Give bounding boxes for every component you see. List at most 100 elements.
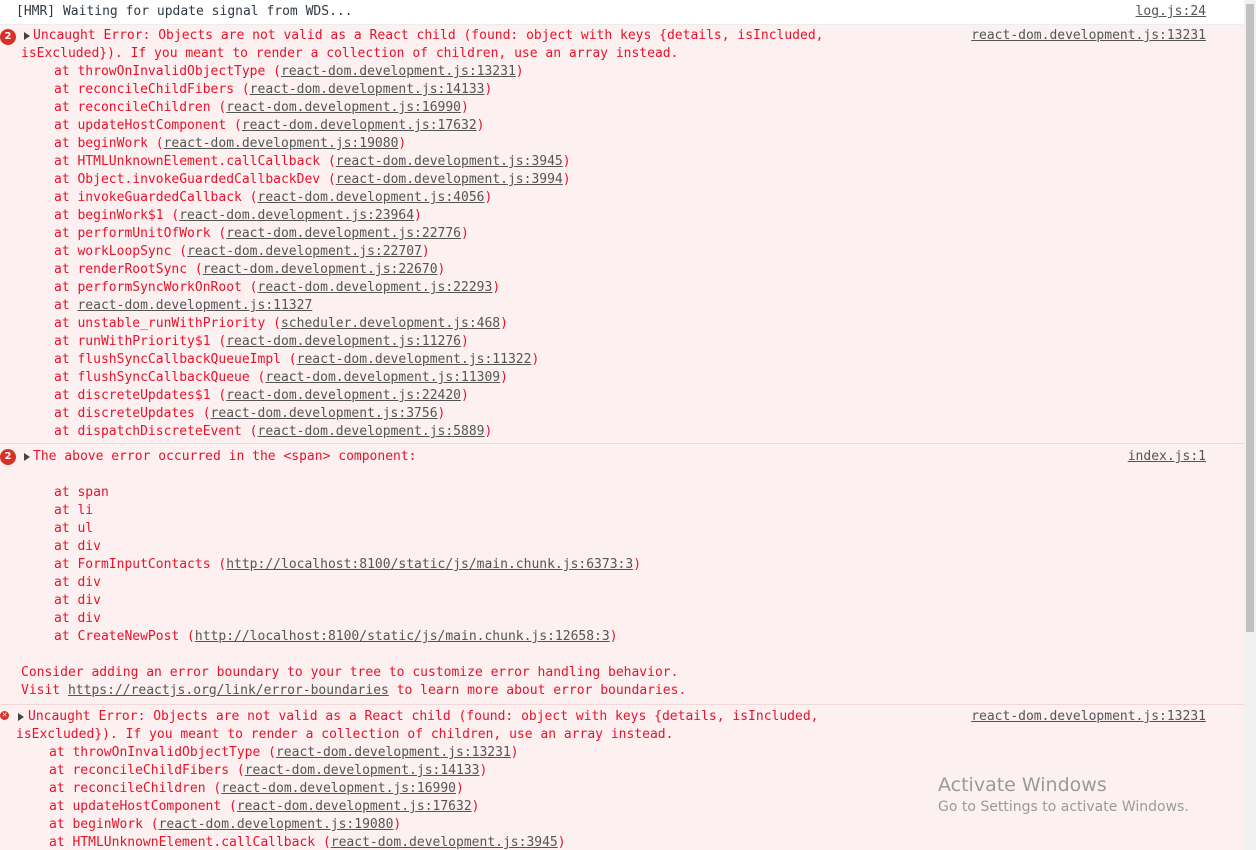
frame-at: at [54, 424, 78, 439]
console-log-message: [HMR] Waiting for update signal from WDS… [0, 0, 1244, 25]
frame-source-link[interactable]: react-dom.development.js:4056 [258, 190, 485, 205]
frame-at: at [49, 763, 73, 778]
frame-paren: ( [265, 316, 281, 331]
frame-source-link[interactable]: react-dom.development.js:3945 [331, 835, 558, 850]
frame-function: FormInputContacts [77, 557, 211, 572]
frame-paren: ) [461, 226, 469, 241]
error-message-line1: The above error occurred in the <span> c… [33, 449, 417, 464]
frame-source-link[interactable]: react-dom.development.js:5889 [258, 424, 485, 439]
expand-triangle-icon[interactable] [24, 453, 30, 461]
frame-source-link[interactable]: react-dom.development.js:23964 [179, 208, 414, 223]
console-messages: [HMR] Waiting for update signal from WDS… [0, 0, 1244, 850]
error-source-link[interactable]: react-dom.development.js:13231 [971, 708, 1206, 726]
frame-function: updateHostComponent [77, 118, 227, 133]
frame-source-link[interactable]: react-dom.development.js:17632 [237, 799, 472, 814]
frame-paren: ( [171, 244, 188, 259]
frame-source-link[interactable]: react-dom.development.js:19080 [159, 817, 394, 832]
frame-source-link[interactable]: react-dom.development.js:16990 [226, 100, 461, 115]
frame-at: at [54, 280, 78, 295]
frame-source-link[interactable]: http://localhost:8100/static/js/main.chu… [226, 557, 633, 572]
frame-at: at [54, 226, 78, 241]
frame-source-link[interactable]: http://localhost:8100/static/js/main.chu… [195, 629, 610, 644]
frame-function: div [77, 611, 101, 626]
vertical-scrollbar[interactable] [1244, 0, 1256, 850]
frame-source-link[interactable]: react-dom.development.js:22293 [258, 280, 493, 295]
frame-source-link[interactable]: react-dom.development.js:11322 [297, 352, 532, 367]
frame-source-link[interactable]: react-dom.development.js:3945 [336, 154, 563, 169]
scrollbar-thumb[interactable] [1246, 4, 1254, 632]
stack-frame: at runWithPriority$1 (react-dom.developm… [54, 333, 469, 351]
frame-source-link[interactable]: react-dom.development.js:22420 [226, 388, 461, 403]
stack-frame: at workLoopSync (react-dom.development.j… [54, 243, 430, 261]
stack-frame: at dispatchDiscreteEvent (react-dom.deve… [54, 423, 492, 441]
frame-paren: ( [226, 118, 242, 133]
frame-paren: ( [205, 781, 222, 796]
console-error-message: 2 Uncaught Error: Objects are not valid … [0, 25, 1244, 444]
frame-at: at [54, 316, 78, 331]
frame-at: at [54, 82, 78, 97]
stack-frame: at throwOnInvalidObjectType (react-dom.d… [54, 63, 524, 81]
frame-source-link[interactable]: react-dom.development.js:14133 [245, 763, 480, 778]
watermark-title: Activate Windows [938, 774, 1107, 796]
stack-frame: at span [54, 484, 109, 502]
expand-triangle-icon[interactable] [18, 713, 24, 721]
error-x-icon: ✕ [0, 711, 9, 720]
frame-function: throwOnInvalidObjectType [72, 745, 261, 760]
frame-function: beginWork [77, 136, 148, 151]
frame-function: runWithPriority$1 [77, 334, 211, 349]
frame-function: invokeGuardedCallback [77, 190, 242, 205]
frame-function: li [77, 503, 94, 518]
frame-function: ul [77, 521, 94, 536]
frame-function: throwOnInvalidObjectType [77, 64, 266, 79]
frame-source-link[interactable]: react-dom.development.js:11327 [77, 298, 312, 313]
error-source-link[interactable]: index.js:1 [1128, 448, 1206, 466]
frame-paren: ) [393, 817, 402, 832]
expand-triangle-icon[interactable] [24, 32, 30, 40]
frame-function: span [77, 485, 109, 500]
stack-frame: at HTMLUnknownElement.callCallback (reac… [49, 834, 566, 850]
frame-source-link[interactable]: react-dom.development.js:17632 [242, 118, 477, 133]
log-source-link[interactable]: log.js:24 [1136, 3, 1206, 21]
error-message-line1: Uncaught Error: Objects are not valid as… [33, 28, 824, 43]
frame-at: at [54, 334, 78, 349]
stack-frame: at beginWork (react-dom.development.js:1… [49, 816, 401, 834]
frame-source-link[interactable]: react-dom.development.js:11276 [226, 334, 461, 349]
frame-source-link[interactable]: react-dom.development.js:13231 [276, 745, 511, 760]
frame-source-link[interactable]: react-dom.development.js:3994 [336, 172, 563, 187]
frame-function: reconcileChildFibers [72, 763, 230, 778]
stack-frame: at FormInputContacts (http://localhost:8… [54, 556, 641, 574]
frame-source-link[interactable]: react-dom.development.js:16990 [221, 781, 456, 796]
frame-function: flushSyncCallbackQueueImpl [77, 352, 281, 367]
error-boundaries-link[interactable]: https://reactjs.org/link/error-boundarie… [68, 683, 389, 698]
stack-frame: at renderRootSync (react-dom.development… [54, 261, 445, 279]
frame-source-link[interactable]: react-dom.development.js:22707 [187, 244, 422, 259]
frame-source-link[interactable]: react-dom.development.js:22776 [226, 226, 461, 241]
frame-paren: ( [187, 262, 203, 277]
frame-at: at [54, 118, 78, 133]
frame-paren: ) [461, 388, 469, 403]
stack-frame: at reconcileChildFibers (react-dom.devel… [49, 762, 487, 780]
error-message-line1: Uncaught Error: Objects are not valid as… [28, 709, 819, 724]
frame-function: dispatchDiscreteEvent [77, 424, 242, 439]
frame-paren: ) [531, 352, 540, 367]
frame-paren: ) [484, 82, 493, 97]
frame-paren: ) [461, 100, 469, 115]
stack-frame: at discreteUpdates (react-dom.developmen… [54, 405, 445, 423]
frame-function: renderRootSync [77, 262, 188, 277]
frame-source-link[interactable]: react-dom.development.js:14133 [250, 82, 485, 97]
stack-frame: at flushSyncCallbackQueue (react-dom.dev… [54, 369, 508, 387]
frame-source-link[interactable]: react-dom.development.js:22670 [203, 262, 438, 277]
frame-function: flushSyncCallbackQueue [77, 370, 250, 385]
frame-source-link[interactable]: react-dom.development.js:13231 [281, 64, 516, 79]
frame-paren: ( [179, 629, 195, 644]
frame-at: at [54, 190, 78, 205]
frame-source-link[interactable]: react-dom.development.js:11309 [265, 370, 500, 385]
frame-paren: ) [484, 190, 493, 205]
frame-at: at [54, 298, 78, 313]
error-source-link[interactable]: react-dom.development.js:13231 [971, 27, 1206, 45]
frame-paren: ) [437, 406, 446, 421]
frame-source-link[interactable]: react-dom.development.js:19080 [164, 136, 399, 151]
frame-source-link[interactable]: react-dom.development.js:3756 [211, 406, 438, 421]
stack-frame: at beginWork (react-dom.development.js:1… [54, 135, 406, 153]
frame-source-link[interactable]: scheduler.development.js:468 [281, 316, 500, 331]
